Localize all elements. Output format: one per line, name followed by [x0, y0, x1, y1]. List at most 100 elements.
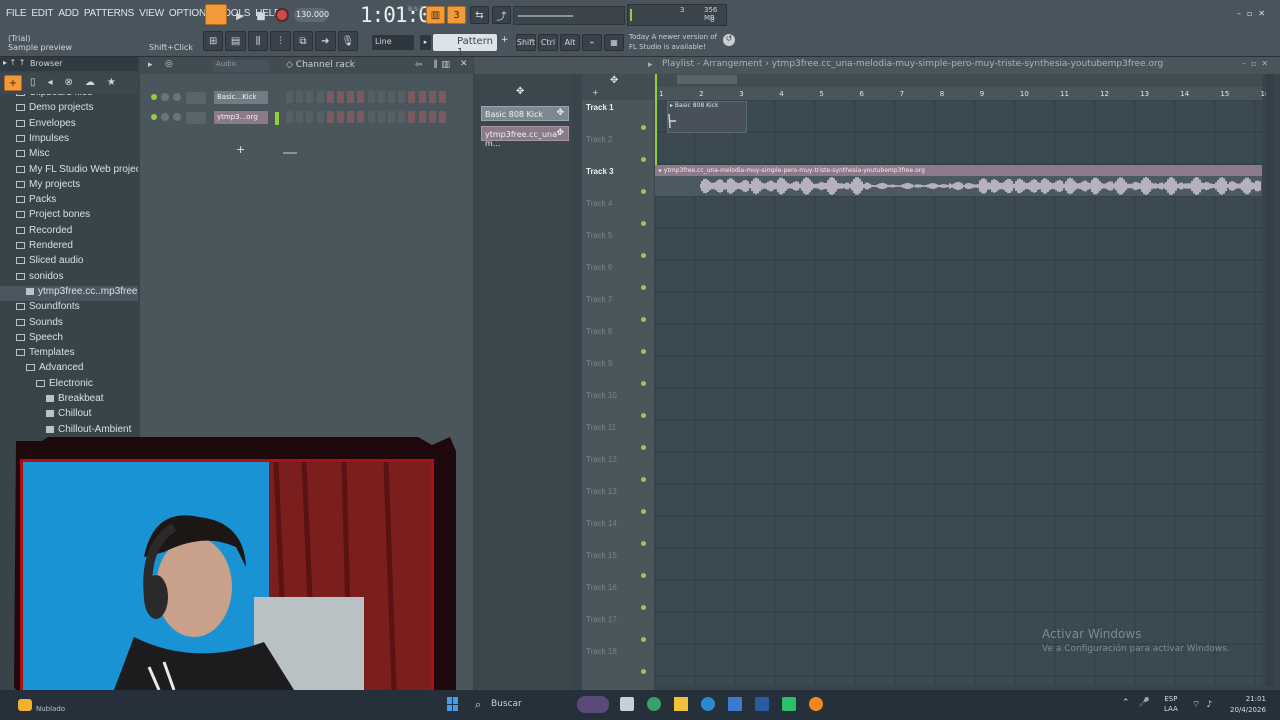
step-button[interactable] — [398, 91, 406, 103]
mixer-track-select[interactable] — [186, 112, 206, 124]
browser-item[interactable]: sonidos — [0, 271, 138, 286]
mail-icon[interactable] — [728, 697, 742, 711]
menu-patterns[interactable]: PATTERNS — [84, 8, 134, 19]
blend-notes-icon[interactable]: ⇆ — [470, 6, 489, 24]
browser-item[interactable]: Demo projects — [0, 102, 138, 117]
system-tray-icons[interactable]: ⌃🎤 — [1122, 698, 1159, 708]
alt-key-button[interactable]: Alt — [560, 34, 580, 51]
track-name[interactable]: Track 6 — [586, 263, 612, 272]
pattern-prev-arrow[interactable]: ▸ — [420, 35, 431, 50]
playlist-menu-icon[interactable]: ▸ — [648, 60, 653, 70]
track-mute-led[interactable] — [641, 637, 646, 642]
step-button[interactable] — [398, 111, 406, 123]
step-button[interactable] — [377, 91, 385, 103]
track-mute-led[interactable] — [641, 157, 646, 162]
stop-button[interactable]: ■ — [250, 6, 272, 26]
track-mute-led[interactable] — [641, 189, 646, 194]
track-name[interactable]: Track 4 — [586, 199, 612, 208]
step-button[interactable] — [296, 91, 304, 103]
track-mute-led[interactable] — [641, 541, 646, 546]
channel-pan-knob[interactable] — [161, 113, 169, 121]
channel-mute-led[interactable] — [151, 114, 157, 120]
rack-filter-select[interactable]: Audio — [213, 60, 269, 72]
browser-item[interactable]: Packs — [0, 194, 138, 209]
step-button[interactable] — [316, 111, 324, 123]
track-name[interactable]: Track 15 — [586, 551, 617, 560]
channel-pan-knob[interactable] — [161, 93, 169, 101]
playlist-move-icon[interactable]: ✥ — [610, 75, 618, 86]
track-mute-led[interactable] — [641, 349, 646, 354]
browser-item[interactable]: Advanced — [0, 362, 138, 377]
channel-volume-knob[interactable] — [173, 113, 181, 121]
track-mute-led[interactable] — [641, 317, 646, 322]
rack-swing-icon[interactable]: ◎ — [165, 59, 173, 69]
track-name[interactable]: Track 14 — [586, 519, 617, 528]
track-mute-led[interactable] — [641, 509, 646, 514]
menu-view[interactable]: VIEW — [139, 8, 164, 19]
microphone-icon[interactable]: 🎙 — [337, 31, 358, 51]
track-mute-led[interactable] — [641, 221, 646, 226]
browser-item[interactable]: Sliced audio — [0, 255, 138, 270]
file-explorer-icon[interactable] — [674, 697, 688, 711]
track-mute-led[interactable] — [641, 477, 646, 482]
browser-filter-icons[interactable]: ▯◂⊗☁★ — [30, 77, 128, 88]
menu-add[interactable]: ADD — [58, 8, 79, 19]
fl-studio-taskbar-icon[interactable] — [809, 697, 823, 711]
browser-nav-arrows[interactable]: ▸ ↑ ↑ — [3, 58, 26, 67]
track-name[interactable]: Track 10 — [586, 391, 617, 400]
step-button[interactable] — [337, 91, 344, 103]
channel-volume-knob[interactable] — [173, 93, 181, 101]
edge-icon[interactable] — [701, 697, 715, 711]
step-button[interactable] — [408, 111, 416, 123]
channel-row[interactable]: ytmp3...org — [148, 110, 458, 126]
step-button[interactable] — [306, 91, 314, 103]
taskbar-clock[interactable]: 21:01 20/4/2026 — [1230, 694, 1266, 716]
browser-item[interactable]: Electronic — [0, 378, 138, 393]
browser-item[interactable]: Recorded — [0, 225, 138, 240]
mixer-icon[interactable]: ⫶ — [270, 31, 291, 51]
step-button[interactable] — [296, 111, 304, 123]
news-icon[interactable]: ▦ — [604, 34, 624, 51]
browser-item[interactable]: Impulses — [0, 133, 138, 148]
playlist-horizontal-scrollbar[interactable] — [677, 75, 737, 84]
step-button[interactable] — [418, 111, 426, 123]
step-button[interactable] — [306, 111, 314, 123]
browser-all-icon[interactable]: + — [4, 75, 22, 91]
step-button[interactable] — [357, 111, 365, 123]
track-name[interactable]: Track 2 — [586, 135, 612, 144]
language-indicator[interactable]: ESP LAA — [1164, 694, 1178, 714]
track-name[interactable]: Track 13 — [586, 487, 617, 496]
smartphone-icon[interactable]: ⌁ — [582, 34, 602, 51]
step-button[interactable] — [286, 111, 293, 123]
pat-song-toggle[interactable] — [205, 4, 227, 25]
browser-item[interactable]: My FL Studio Web projects — [0, 164, 138, 179]
tempo-display[interactable]: 130.000 — [294, 8, 329, 22]
track-name[interactable]: Track 7 — [586, 295, 612, 304]
step-button[interactable] — [388, 91, 395, 103]
browser-item[interactable]: Chillout — [0, 408, 138, 423]
add-track-button[interactable]: + — [592, 88, 599, 97]
track-mute-led[interactable] — [641, 413, 646, 418]
rack-scroll-handle[interactable] — [283, 152, 297, 154]
window-controls[interactable]: –▫✕ — [1237, 9, 1277, 19]
channel-name-button[interactable]: ytmp3...org — [214, 111, 268, 124]
track-name[interactable]: Track 3 — [586, 167, 614, 176]
track-name[interactable]: Track 17 — [586, 615, 617, 624]
browser-item[interactable]: Soundfonts — [0, 301, 138, 316]
rack-view-icons[interactable]: ⇦ ⫼▥ — [415, 60, 454, 70]
track-mute-led[interactable] — [641, 381, 646, 386]
step-button[interactable] — [326, 91, 334, 103]
play-button[interactable]: ▶ — [229, 6, 251, 26]
track-name[interactable]: Track 18 — [586, 647, 617, 656]
track-name[interactable]: Track 12 — [586, 455, 617, 464]
step-button[interactable] — [286, 91, 293, 103]
shift-key-button[interactable]: Shift — [516, 34, 536, 51]
news-panel[interactable]: Today A newer version of FL Studio is ava… — [629, 32, 717, 52]
weather-icon[interactable] — [18, 699, 32, 711]
picker-item[interactable]: ytmp3free.cc_una-m... ✥ — [481, 126, 569, 148]
step-button[interactable] — [326, 111, 334, 123]
piano-roll-icon[interactable]: ▤ — [225, 31, 246, 51]
browser-item[interactable]: Project bones — [0, 209, 138, 224]
weather-label[interactable]: Nublado — [36, 705, 65, 713]
ctrl-key-button[interactable]: Ctrl — [538, 34, 558, 51]
